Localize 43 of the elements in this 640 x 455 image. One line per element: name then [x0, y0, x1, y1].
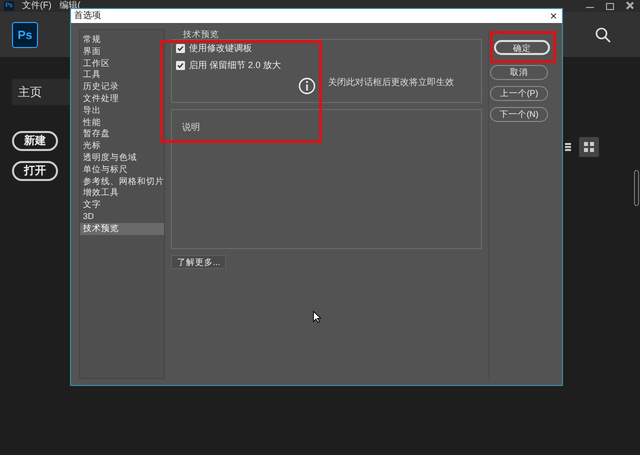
- category-item[interactable]: 文字: [80, 199, 164, 211]
- learn-more-button[interactable]: 了解更多...: [171, 255, 226, 269]
- category-item[interactable]: 透明度与色域: [80, 152, 164, 164]
- category-item[interactable]: 界面: [80, 46, 164, 58]
- category-item[interactable]: 3D: [80, 210, 164, 223]
- group-title: 技术预览: [183, 29, 220, 39]
- checkbox[interactable]: [176, 44, 185, 54]
- category-item[interactable]: 参考线、网格和切片: [80, 176, 164, 188]
- menu-item[interactable]: 文件(F): [22, 0, 52, 13]
- info-text: 关闭此对话框后更改将立即生效: [328, 76, 454, 90]
- option-label: 启用 保留细节 2.0 放大: [189, 58, 282, 72]
- grid-view-icon[interactable]: [579, 137, 599, 157]
- mouse-cursor-icon: [313, 311, 321, 323]
- dialog-button[interactable]: 上一个(P): [490, 86, 548, 101]
- dialog-button[interactable]: 下一个(N): [490, 107, 548, 122]
- dialog-title: 首选项: [74, 9, 101, 22]
- category-item[interactable]: 光标: [80, 140, 164, 152]
- category-item[interactable]: 暂存盘: [80, 128, 164, 140]
- category-item[interactable]: 技术预览: [80, 222, 164, 235]
- category-item[interactable]: 性能: [80, 116, 164, 128]
- start-button[interactable]: 打开: [12, 161, 58, 181]
- dialog-close-button[interactable]: ×: [550, 10, 557, 22]
- restore-icon[interactable]: [606, 3, 614, 10]
- home-nav-item[interactable]: 主页: [12, 79, 70, 105]
- description-title: 说明: [182, 122, 200, 132]
- info-icon: [298, 77, 316, 95]
- category-item[interactable]: 工具: [80, 69, 164, 82]
- option-label: 使用修改键调板: [189, 42, 252, 55]
- category-item[interactable]: 单位与标尺: [80, 164, 164, 176]
- category-item[interactable]: 导出: [80, 104, 164, 117]
- start-button[interactable]: 新建: [12, 131, 58, 151]
- category-item[interactable]: 工作区: [80, 58, 164, 70]
- category-item[interactable]: 文件处理: [80, 92, 164, 105]
- ps-logo-icon: Ps: [12, 22, 38, 48]
- dialog-button[interactable]: 确定: [494, 40, 550, 55]
- category-item[interactable]: 常规: [80, 34, 164, 46]
- category-item[interactable]: 增效工具: [80, 187, 164, 200]
- list-view-icon[interactable]: [565, 143, 571, 151]
- search-icon[interactable]: [595, 26, 611, 42]
- category-item[interactable]: 历史记录: [80, 81, 164, 93]
- checkbox[interactable]: [176, 60, 185, 70]
- dialog-button[interactable]: 取消: [490, 65, 548, 80]
- scroll-track: [634, 170, 639, 206]
